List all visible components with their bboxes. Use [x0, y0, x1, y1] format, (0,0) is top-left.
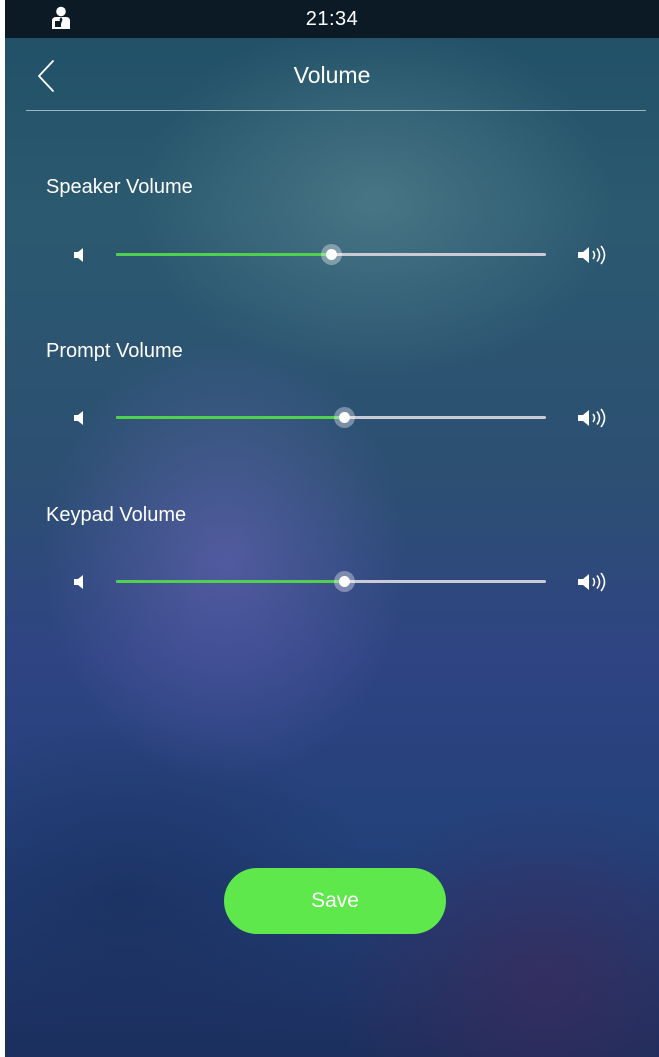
status-time: 21:34: [305, 8, 359, 30]
speaker-volume-slider[interactable]: [116, 243, 546, 267]
keypad-volume-label: Keypad Volume: [46, 504, 187, 526]
slider-thumb[interactable]: [321, 244, 342, 265]
slider-fill: [116, 416, 344, 419]
volume-low-icon: [74, 575, 83, 589]
volume-low-icon: [74, 411, 83, 425]
speaker-volume-label: Speaker Volume: [46, 176, 193, 198]
slider-thumb[interactable]: [333, 571, 355, 592]
volume-low-icon: [74, 248, 83, 262]
page-title: Volume: [293, 62, 371, 88]
header: Volume: [5, 38, 659, 112]
slider-fill: [116, 253, 331, 256]
volume-high-icon: [578, 245, 606, 265]
volume-settings-screen: 21:34 Volume Speaker Volume Prompt Volum…: [5, 0, 659, 1057]
status-bar: 21:34: [5, 0, 659, 38]
keypad-volume-slider[interactable]: [116, 570, 546, 594]
prompt-volume-label: Prompt Volume: [46, 340, 183, 362]
slider-fill: [116, 580, 344, 583]
volume-high-icon: [578, 572, 606, 592]
volume-high-icon: [578, 408, 606, 428]
slider-thumb[interactable]: [333, 407, 355, 428]
save-button[interactable]: Save: [224, 868, 446, 934]
header-divider: [26, 110, 646, 111]
prompt-volume-slider[interactable]: [116, 406, 546, 430]
